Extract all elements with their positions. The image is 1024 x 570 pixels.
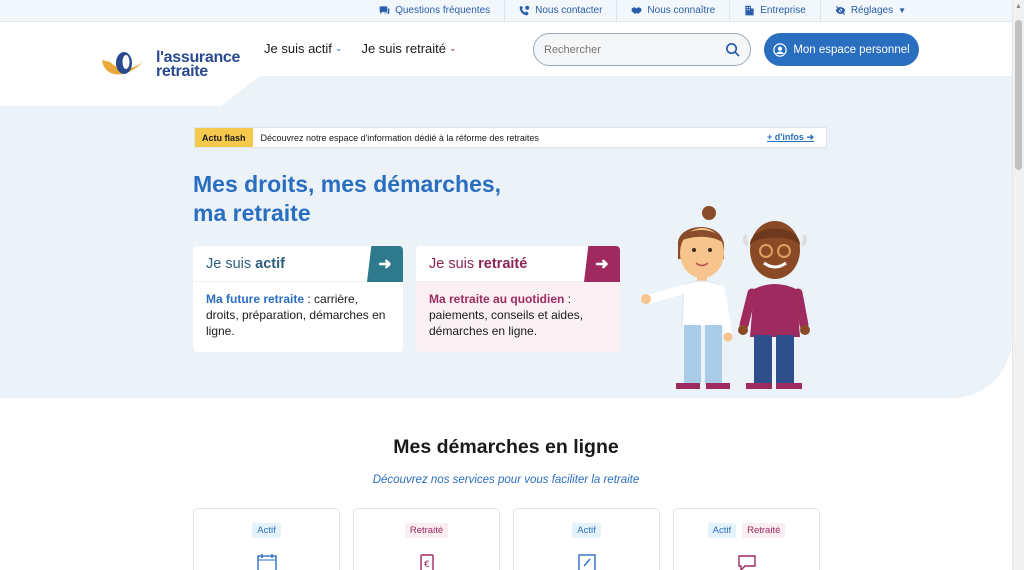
section-title: Mes démarches en ligne (393, 436, 619, 458)
building-icon (745, 5, 754, 16)
nav-retraite-label: Je suis retraité (361, 41, 447, 56)
scroll-up-icon[interactable]: ▲ (1015, 3, 1022, 10)
flash-more-label: + d'infos (767, 132, 804, 142)
woman-figure (641, 206, 733, 389)
calendar-icon (256, 554, 277, 570)
utility-settings-label: Réglages (850, 5, 894, 16)
card-retraite[interactable]: Je suis retraité ➜ Ma retraite au quotidi… (416, 246, 620, 352)
card-actif-body-bold: Ma future retraite (206, 292, 305, 306)
utility-about-link[interactable]: Nous connaître (616, 0, 729, 22)
utility-business-label: Entreprise (760, 5, 806, 16)
hero-title: Mes droits, mes démarches, ma retraite (193, 170, 501, 228)
eye-slash-icon (835, 6, 846, 15)
man-figure (738, 221, 810, 389)
service-badges: Retraité (404, 523, 449, 538)
search-box (533, 33, 751, 66)
utility-business-link[interactable]: Entreprise (729, 0, 820, 22)
hero-title-line2: ma retraite (193, 200, 311, 226)
card-retraite-head: Je suis retraité ➜ (416, 246, 620, 282)
card-retraite-prefix: Je suis (429, 255, 475, 272)
badge-retraite: Retraité (742, 523, 786, 538)
chevron-down-icon: ⌄ (334, 43, 343, 53)
utility-faq-label: Questions fréquentes (395, 5, 491, 16)
search-input[interactable] (544, 43, 725, 56)
chevron-down-icon: ⌄ (449, 43, 457, 53)
service-card-2[interactable]: Retraité € (353, 508, 500, 570)
arrow-right-icon: ➜ (584, 246, 620, 282)
badge-actif: Actif (252, 523, 281, 538)
handshake-icon (632, 7, 642, 14)
card-actif-bold: actif (255, 255, 285, 272)
flash-banner: Actu flash Découvrez notre espace d'info… (194, 127, 827, 148)
flash-tag: Actu flash (195, 128, 253, 147)
nav-actif-label: Je suis actif (264, 41, 332, 56)
service-badges: Actif (252, 523, 281, 538)
flash-message: Découvrez notre espace d'information déd… (260, 132, 539, 143)
card-retraite-body-bold: Ma retraite au quotidien (429, 292, 565, 306)
card-actif-head: Je suis actif ➜ (193, 246, 403, 282)
page-scrollbar[interactable]: ▲ (1012, 0, 1024, 570)
logo-text: l'assurance retraite (156, 50, 240, 80)
chevron-down-icon: ▼ (898, 6, 906, 15)
service-badges: Actif (572, 523, 601, 538)
people-illustration (641, 206, 810, 389)
utility-about-label: Nous connaître (647, 5, 716, 16)
badge-actif: Actif (572, 523, 601, 538)
hero-title-line1: Mes droits, mes démarches, (193, 171, 502, 197)
personal-space-button[interactable]: Mon espace personnel (764, 33, 919, 66)
utility-bar: Questions fréquentes Nous contacter Nous… (0, 0, 1012, 22)
card-actif-prefix: Je suis (206, 255, 252, 272)
user-circle-icon (773, 42, 788, 57)
badge-actif: Actif (707, 523, 737, 538)
hero-notch (0, 76, 260, 106)
arrow-right-icon: ➜ (806, 132, 814, 142)
flash-more-link[interactable]: + d'infos ➜ (767, 132, 826, 143)
service-card-1[interactable]: Actif (193, 508, 340, 570)
euro-document-icon: € (419, 554, 434, 570)
main-nav: Je suis actif ⌄ Je suis retraité ⌄ (264, 41, 457, 56)
utility-settings-menu[interactable]: Réglages ▼ (819, 0, 920, 22)
nav-retraite[interactable]: Je suis retraité ⌄ (361, 41, 456, 56)
utility-contact-label: Nous contacter (535, 5, 603, 16)
chat-bubble-icon (379, 6, 390, 15)
utility-faq-link[interactable]: Questions fréquentes (365, 0, 504, 22)
svg-text:€: € (424, 560, 430, 570)
utility-contact-link[interactable]: Nous contacter (504, 0, 616, 22)
personal-space-label: Mon espace personnel (793, 43, 910, 56)
phone-chat-icon (519, 5, 530, 16)
section-subtitle: Découvrez nos services pour vous facilit… (372, 474, 640, 486)
arrow-right-icon: ➜ (367, 246, 403, 282)
document-edit-icon (577, 554, 596, 570)
service-card-4[interactable]: Actif Retraité (673, 508, 820, 570)
nav-actif[interactable]: Je suis actif ⌄ (264, 41, 342, 56)
search-icon[interactable] (725, 42, 740, 57)
card-retraite-body: Ma retraite au quotidien : paiements, co… (416, 282, 620, 352)
card-actif[interactable]: Je suis actif ➜ Ma future retraite : carr… (193, 246, 403, 352)
card-actif-body: Ma future retraite : carrière, droits, p… (193, 282, 403, 348)
service-card-3[interactable]: Actif (513, 508, 660, 570)
card-retraite-bold: retraité (478, 255, 528, 272)
scrollbar-thumb[interactable] (1015, 20, 1022, 170)
badge-retraite: Retraité (404, 523, 449, 538)
chat-icon (737, 555, 756, 570)
service-badges: Actif Retraité (707, 523, 786, 538)
